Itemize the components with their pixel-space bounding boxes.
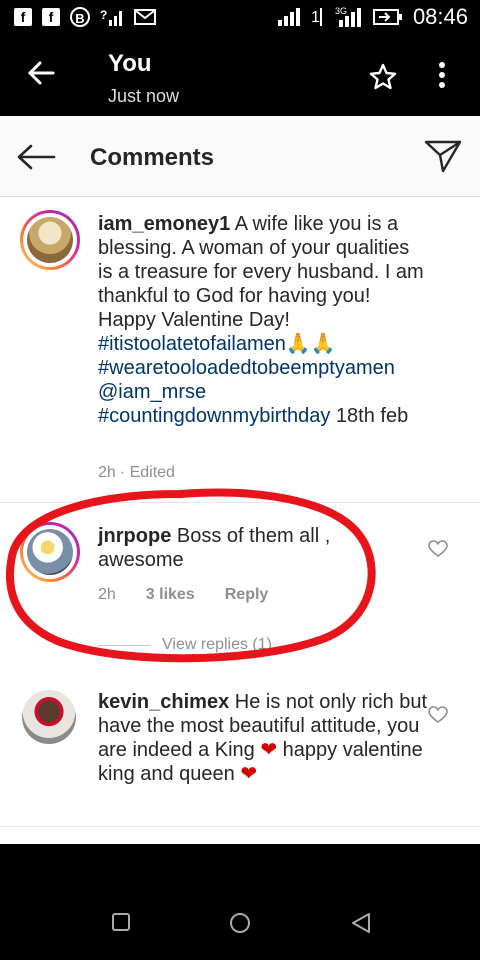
mention-link[interactable]: @iam_mrse — [98, 381, 206, 403]
comment-text: kevin_chimex He is not only rich but hav… — [98, 691, 428, 785]
clock: 08:46 — [412, 4, 468, 29]
image-message-icon — [134, 9, 156, 25]
notification-icons: f f B ? — [14, 7, 156, 27]
comment-item: iam_emoney1 A wife like you is a blessin… — [0, 206, 480, 506]
system-icons: 1 3G 08:46 — [277, 4, 468, 30]
comments-sheet: Comments iam_emoney1 A wife like you is … — [0, 116, 480, 844]
avatar[interactable] — [20, 522, 80, 582]
svg-text:1: 1 — [311, 9, 320, 26]
comment-username[interactable]: jnrpope — [98, 525, 171, 547]
back-arrow-icon[interactable] — [26, 58, 56, 88]
facebook-icon: f — [14, 8, 32, 26]
hashtag-link[interactable]: #itistoolatetofailamen — [98, 333, 286, 355]
direct-send-icon[interactable] — [424, 138, 462, 174]
likes-count[interactable]: 3 likes — [146, 586, 195, 604]
home-icon[interactable] — [229, 912, 251, 934]
divider — [0, 826, 480, 827]
divider — [0, 502, 480, 503]
svg-text:3G: 3G — [335, 6, 347, 16]
svg-text:?: ? — [100, 8, 107, 22]
story-title: You — [108, 50, 152, 77]
like-heart-icon[interactable] — [428, 706, 448, 724]
signal-question-icon: ? — [100, 8, 122, 26]
comment-time: 2h — [98, 586, 116, 603]
more-options-icon[interactable] — [436, 60, 448, 90]
back-arrow-icon[interactable] — [16, 142, 56, 172]
comment-item: kevin_chimex He is not only rich but hav… — [0, 684, 480, 844]
comment-meta: 2h 3 likes Reply — [98, 586, 268, 604]
comments-toolbar: Comments — [0, 116, 480, 197]
hashtag-link[interactable]: #wearetooloadedtobeemptyamen — [98, 357, 395, 379]
navigation-bar — [0, 844, 480, 960]
story-timestamp: Just now — [108, 86, 180, 106]
comment-meta: 2h · Edited — [98, 464, 175, 482]
replies-line — [98, 644, 150, 646]
battery-icon — [372, 9, 402, 25]
story-header: You Just now — [0, 38, 480, 116]
avatar[interactable] — [22, 690, 76, 744]
data-1-icon: 1 — [311, 8, 322, 26]
avatar[interactable] — [20, 210, 80, 270]
comment-text: jnrpope Boss of them all , awesome — [98, 525, 331, 571]
comment-username[interactable]: iam_emoney1 — [98, 213, 230, 235]
like-heart-icon[interactable] — [428, 540, 448, 558]
heart-emoji: ❤ — [260, 739, 278, 761]
star-icon[interactable] — [368, 62, 398, 92]
view-replies-label[interactable]: View replies (1) — [162, 636, 272, 654]
bitcoin-icon: B — [70, 7, 90, 27]
signal-3g-icon: 3G — [335, 6, 361, 27]
heart-emoji: ❤ — [240, 763, 258, 785]
reply-button[interactable]: Reply — [225, 586, 269, 604]
comment-text: iam_emoney1 A wife like you is a blessin… — [98, 213, 424, 427]
edited-label: · Edited — [119, 464, 175, 481]
hashtag-link[interactable]: #countingdownmybirthday — [98, 405, 330, 427]
comment-username[interactable]: kevin_chimex — [98, 691, 229, 713]
back-triangle-icon[interactable] — [350, 912, 372, 934]
signal-icon — [277, 8, 300, 26]
comment-time: 2h — [98, 464, 116, 481]
comments-title: Comments — [90, 144, 215, 171]
recent-apps-icon[interactable] — [111, 912, 131, 932]
facebook-icon: f — [42, 8, 60, 26]
comment-item: jnrpope Boss of them all , awesome 2h 3 … — [0, 516, 480, 666]
view-replies-button[interactable]: View replies (1) — [98, 636, 272, 654]
status-bar: f f B ? 1 3G 08:46 — [0, 0, 480, 38]
